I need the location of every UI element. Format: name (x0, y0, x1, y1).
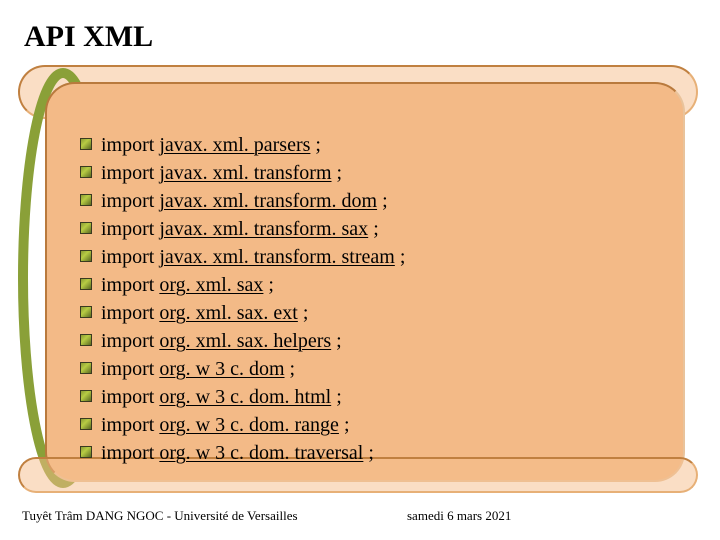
list-item: import org. xml. sax. ext ; (80, 299, 680, 327)
import-suffix: ; (298, 302, 309, 324)
bullet-icon (80, 446, 92, 458)
import-package: javax. xml. parsers (159, 134, 310, 156)
import-keyword: import (101, 134, 154, 156)
import-suffix: ; (310, 134, 321, 156)
import-list: import javax. xml. parsers ; import java… (80, 131, 680, 467)
bullet-icon (80, 138, 92, 150)
import-package: org. xml. sax. ext (159, 302, 298, 324)
bullet-icon (80, 390, 92, 402)
import-package: org. w 3 c. dom. range (159, 414, 339, 436)
slide: API XML import javax. xml. parsers ; imp… (0, 0, 720, 540)
footer-author: Tuyêt Trâm DANG NGOC - Université de Ver… (22, 508, 298, 524)
footer: Tuyêt Trâm DANG NGOC - Université de Ver… (22, 508, 702, 524)
import-keyword: import (101, 358, 154, 380)
import-keyword: import (101, 246, 154, 268)
import-keyword: import (101, 190, 154, 212)
list-item: import org. w 3 c. dom. traversal ; (80, 439, 680, 467)
list-item: import org. w 3 c. dom. html ; (80, 383, 680, 411)
import-package: javax. xml. transform. sax (159, 218, 368, 240)
bullet-icon (80, 222, 92, 234)
import-keyword: import (101, 218, 154, 240)
import-suffix: ; (331, 386, 342, 408)
import-suffix: ; (332, 162, 343, 184)
list-item: import javax. xml. transform. dom ; (80, 187, 680, 215)
list-item: import javax. xml. transform. sax ; (80, 215, 680, 243)
import-keyword: import (101, 302, 154, 324)
bullet-icon (80, 418, 92, 430)
import-keyword: import (101, 386, 154, 408)
bullet-icon (80, 334, 92, 346)
list-item: import javax. xml. transform. stream ; (80, 243, 680, 271)
import-package: javax. xml. transform. dom (159, 190, 377, 212)
import-suffix: ; (368, 218, 379, 240)
bullet-icon (80, 306, 92, 318)
import-keyword: import (101, 162, 154, 184)
import-suffix: ; (285, 358, 296, 380)
list-item: import org. xml. sax ; (80, 271, 680, 299)
slide-title: API XML (24, 20, 153, 54)
bullet-icon (80, 194, 92, 206)
bullet-icon (80, 166, 92, 178)
list-item: import org. w 3 c. dom. range ; (80, 411, 680, 439)
list-item: import org. w 3 c. dom ; (80, 355, 680, 383)
import-keyword: import (101, 414, 154, 436)
import-package: javax. xml. transform (159, 162, 331, 184)
import-suffix: ; (363, 442, 374, 464)
list-item: import javax. xml. parsers ; (80, 131, 680, 159)
bullet-icon (80, 362, 92, 374)
import-keyword: import (101, 330, 154, 352)
bullet-icon (80, 250, 92, 262)
import-keyword: import (101, 274, 154, 296)
import-package: org. w 3 c. dom (159, 358, 284, 380)
import-package: org. xml. sax. helpers (159, 330, 331, 352)
import-package: org. xml. sax (159, 274, 263, 296)
list-item: import javax. xml. transform ; (80, 159, 680, 187)
footer-date: samedi 6 mars 2021 (407, 508, 511, 524)
import-suffix: ; (377, 190, 388, 212)
bullet-icon (80, 278, 92, 290)
import-suffix: ; (263, 274, 274, 296)
list-item: import org. xml. sax. helpers ; (80, 327, 680, 355)
import-package: org. w 3 c. dom. traversal (159, 442, 363, 464)
import-suffix: ; (331, 330, 342, 352)
import-package: javax. xml. transform. stream (159, 246, 395, 268)
import-package: org. w 3 c. dom. html (159, 386, 331, 408)
import-suffix: ; (395, 246, 406, 268)
import-keyword: import (101, 442, 154, 464)
import-suffix: ; (339, 414, 350, 436)
